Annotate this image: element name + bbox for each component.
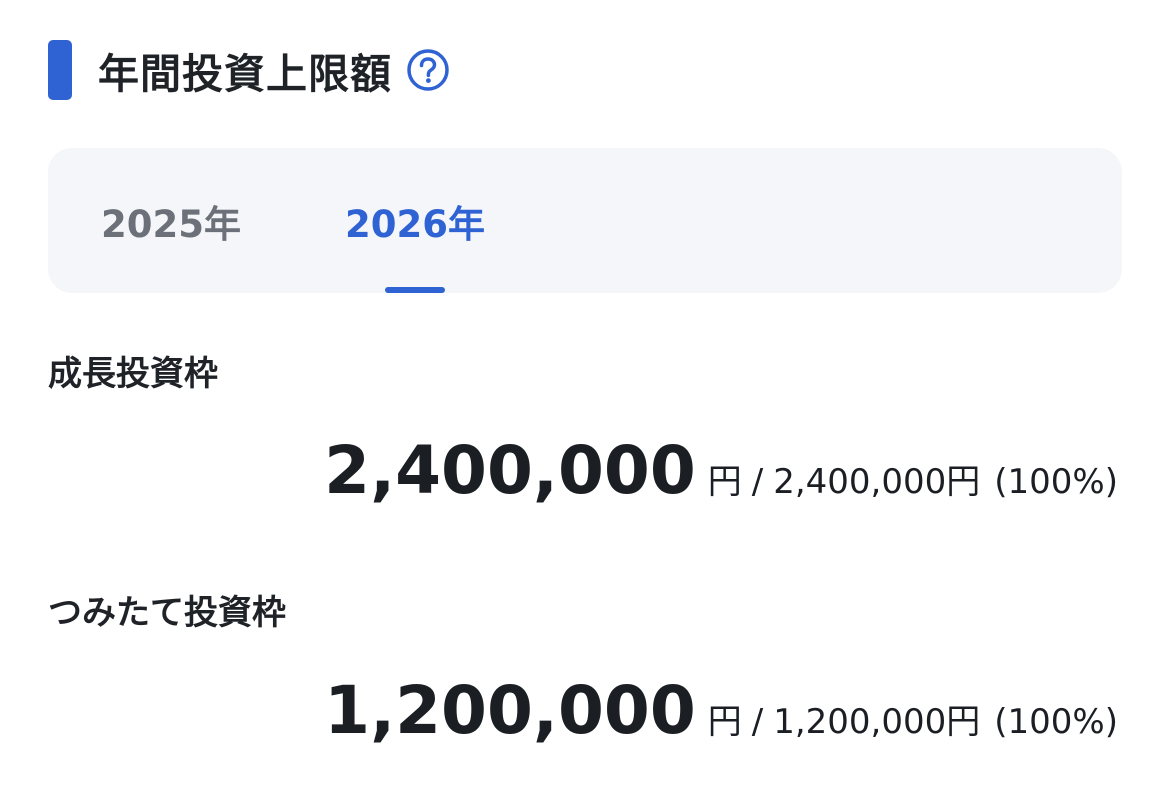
tab-2025[interactable]: 2025年 (88, 148, 254, 293)
growth-used-unit: 円 (707, 462, 742, 502)
year-tab-bar: 2025年 2026年 (48, 148, 1122, 293)
section-header: 年間投資上限額 (48, 40, 450, 100)
growth-separator: / (751, 462, 764, 502)
tsumitate-quota-label: つみたて投資枠 (48, 593, 286, 633)
growth-quota-amount: 2,400,000 円 / 2,400,000円 (100%) (324, 432, 1118, 509)
tsumitate-limit-amount: 1,200,000円 (773, 702, 981, 742)
growth-used-amount: 2,400,000 (324, 432, 696, 509)
tsumitate-used-unit: 円 (707, 702, 742, 742)
tsumitate-used-amount: 1,200,000 (324, 672, 696, 749)
tsumitate-separator: / (751, 702, 764, 742)
growth-quota-label: 成長投資枠 (48, 354, 218, 394)
page-title: 年間投資上限額 (98, 50, 392, 98)
active-tab-indicator (385, 287, 445, 293)
growth-limit-amount: 2,400,000円 (773, 462, 981, 502)
growth-usage-percent: (100%) (994, 462, 1118, 502)
question-circle-icon[interactable] (406, 48, 450, 92)
header-accent-bar (48, 40, 72, 100)
tsumitate-quota-amount: 1,200,000 円 / 1,200,000円 (100%) (324, 672, 1118, 749)
tsumitate-usage-percent: (100%) (994, 702, 1118, 742)
tab-2026[interactable]: 2026年 (332, 148, 498, 293)
